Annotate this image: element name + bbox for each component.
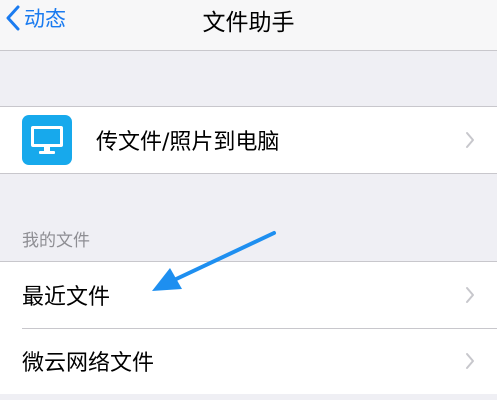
- navigation-bar: 动态 文件助手: [0, 0, 497, 51]
- page-title: 文件助手: [202, 10, 295, 36]
- monitor-icon: [22, 115, 72, 165]
- weiyun-files-row[interactable]: 微云网络文件: [0, 328, 497, 394]
- recent-files-row[interactable]: 最近文件: [0, 262, 497, 328]
- weiyun-files-label: 微云网络文件: [22, 351, 155, 376]
- transfer-to-computer-label: 传文件/照片到电脑: [96, 130, 280, 155]
- chevron-right-icon: [466, 353, 474, 369]
- section-header-my-files: 我的文件: [22, 231, 90, 251]
- my-files-group: 最近文件 微云网络文件: [0, 261, 497, 394]
- transfer-group: 传文件/照片到电脑: [0, 106, 497, 174]
- chevron-right-icon: [466, 132, 474, 148]
- transfer-to-computer-row[interactable]: 传文件/照片到电脑: [0, 107, 497, 173]
- chevron-right-icon: [466, 287, 474, 303]
- recent-files-label: 最近文件: [22, 285, 111, 310]
